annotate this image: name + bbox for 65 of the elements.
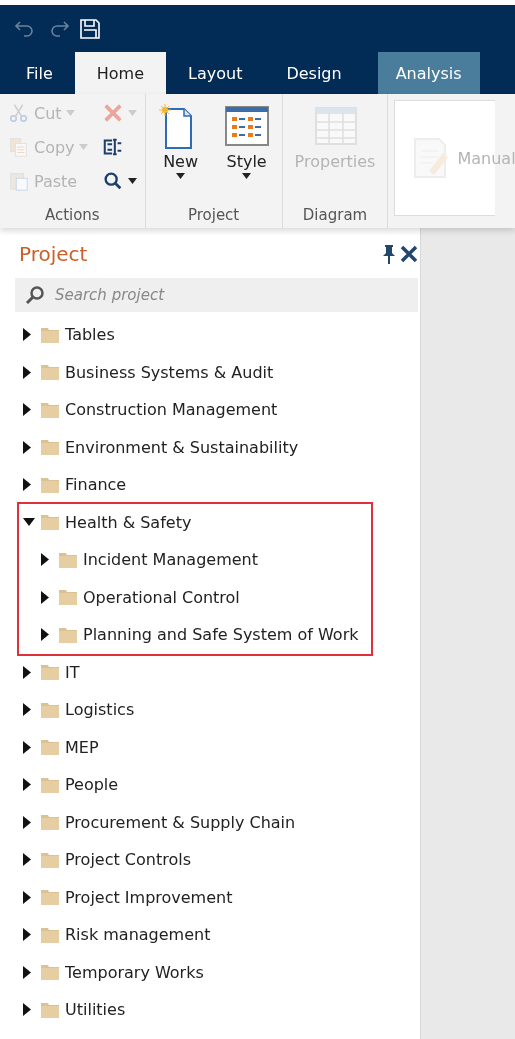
caret-icon [176,173,186,179]
ribbon-tab[interactable]: Analysis [377,52,480,94]
tree-item[interactable]: Business Systems & Audit [65,362,274,382]
caret-icon [242,173,252,179]
style-button[interactable]: Style [217,100,276,206]
tree-item[interactable]: IT [65,662,80,682]
pin-icon [382,244,396,264]
folder-icon [41,364,59,381]
tree-item[interactable]: Temporary Works [65,962,204,982]
tree-item[interactable]: Incident Management [83,550,258,570]
folder-icon [41,776,59,793]
tree-item[interactable]: Project Controls [65,850,191,870]
close-icon [400,245,418,263]
scissors-icon [8,102,30,124]
folder-icon [59,551,77,568]
tree-item[interactable]: MEP [65,737,99,757]
search-field[interactable]: Search project [15,278,418,312]
tree-item[interactable]: Health & Safety [65,512,192,532]
caret-icon [127,178,137,184]
tree-item[interactable]: Project Improvement [65,887,233,907]
tree-item[interactable]: Logistics [65,700,135,720]
group-label: Actions [43,206,101,224]
tree-item[interactable]: Risk management [65,925,211,945]
tree-item[interactable]: Planning and Safe System of Work [83,625,359,645]
folder-icon [41,889,59,906]
folder-icon [41,1001,59,1018]
folder-icon [41,814,59,831]
folder-icon [41,851,59,868]
search-icon [25,285,45,305]
tree-item[interactable]: People [65,775,119,795]
tree-item[interactable]: Finance [65,475,127,495]
group-label: Diagram [301,206,369,224]
ribbon-tab[interactable]: Home [74,52,167,94]
ribbon-tab[interactable]: File [12,52,75,94]
folder-icon [41,739,59,756]
folder-icon [41,514,59,531]
caret-icon [127,110,137,116]
tree-item[interactable]: Procurement & Supply Chain [65,812,296,832]
rename-icon [101,136,124,158]
caret-icon [65,110,75,116]
ribbon-tab[interactable]: Design [264,52,364,94]
tree-item[interactable]: Operational Control [83,587,240,607]
folder-icon [59,626,77,643]
folder-icon [41,701,59,718]
folder-icon [59,589,77,606]
folder-icon [41,926,59,943]
folder-icon [41,401,59,418]
group-label: Project [186,206,241,224]
paste-icon [8,170,30,192]
close-button[interactable] [398,243,420,265]
ribbon-tab[interactable]: Layout [166,52,265,94]
new-button[interactable]: New [151,100,210,206]
folder-icon [41,439,59,456]
folder-icon [41,964,59,981]
folder-icon [41,326,59,343]
tree-item[interactable]: Environment & Sustainability [65,437,299,457]
tree-item[interactable]: Construction Management [65,400,278,420]
copy-icon [8,136,30,158]
save-icon [78,16,102,41]
panel-title: Project [19,242,89,266]
folder-icon [41,476,59,493]
tree-item[interactable]: Utilities [65,1000,126,1020]
caret-icon [78,144,88,150]
folder-icon [41,664,59,681]
tree-item[interactable]: Tables [65,325,115,345]
